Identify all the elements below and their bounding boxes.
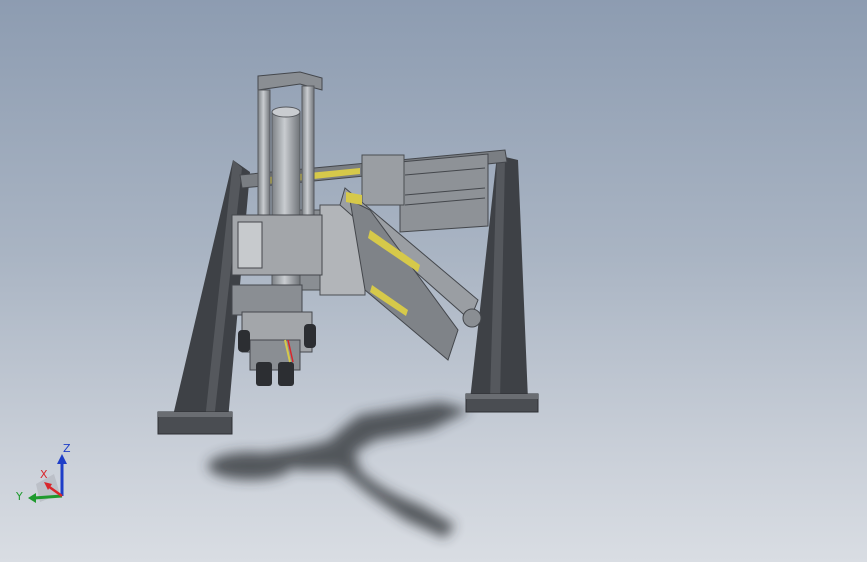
ground-shadow (208, 402, 470, 538)
x-axis-label: X (40, 468, 48, 481)
z-axis-arrow (57, 454, 67, 464)
gripper-head[interactable] (238, 311, 316, 386)
z-axis-label: Z (63, 442, 71, 455)
y-axis-label: Y (15, 490, 23, 503)
y-axis-arrow (28, 493, 36, 503)
graphics-viewport[interactable]: Z Y X (0, 0, 867, 562)
reference-triad: Z Y X (15, 442, 71, 503)
y-axis-line (33, 494, 63, 500)
assembly-model[interactable] (0, 0, 867, 562)
